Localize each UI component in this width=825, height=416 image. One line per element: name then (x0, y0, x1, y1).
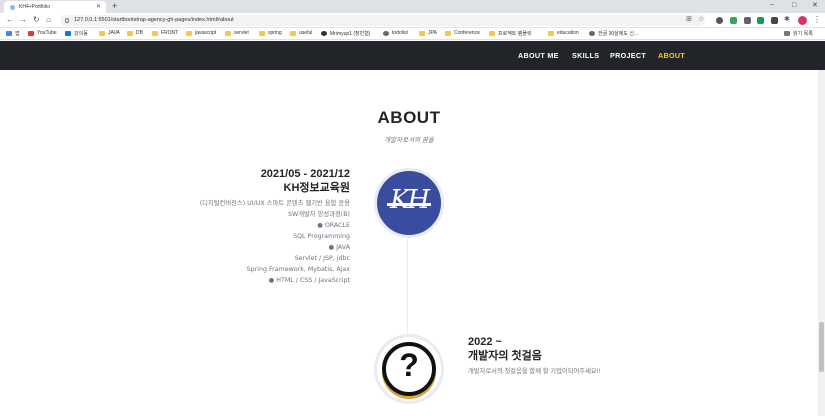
extension-icon[interactable] (757, 17, 764, 24)
minimize-icon[interactable]: − (770, 0, 774, 13)
bookmark-item[interactable]: 앱 (6, 30, 20, 37)
timeline-description: 개발자로서의 첫걸음을 함께 할 기업이되어주세요!! (468, 368, 601, 375)
back-icon[interactable]: ← (6, 15, 14, 25)
reload-icon[interactable]: ↻ (33, 15, 40, 25)
bookmark-item[interactable]: DB (127, 30, 143, 36)
reading-list[interactable]: 읽기 목록 (784, 30, 813, 37)
timeline-line-text: Servlet / JSP, jdbc (294, 255, 350, 262)
browser-tab[interactable]: KH4+Portfolio ✕ (4, 1, 106, 13)
close-tab-icon[interactable]: ✕ (96, 3, 101, 10)
url-text: 127.0.0.1:5501/startbootstrap-agency-gh-… (74, 17, 234, 23)
bookmark-item[interactable]: spring (259, 30, 282, 36)
bookmark-item[interactable]: servlet (225, 30, 249, 36)
new-tab-icon[interactable]: + (112, 1, 117, 12)
question-image: ? (374, 334, 444, 404)
site-navbar: ABOUT ME SKILLS PROJECT ABOUT (0, 41, 825, 70)
folder-icon (445, 30, 451, 36)
folder-icon (186, 30, 192, 36)
timeline-line-text: ● ORACLE (317, 222, 350, 229)
timeline-line-text: Spring Framework, Mybatis, Ajax (246, 266, 350, 273)
timeline-period: 2022 ~ (468, 336, 502, 348)
bookmark-item[interactable]: todolist (383, 30, 408, 36)
timeline-line-text: ● HTML / CSS / JavaScript (268, 277, 350, 284)
extension-icon[interactable] (716, 17, 723, 24)
bookmark-item[interactable]: JPA (419, 30, 437, 36)
browser-toolbar: ← → ↻ ⌂ 127.0.0.1:5501/startbootstrap-ag… (0, 13, 825, 28)
menu-icon[interactable]: ⋮ (813, 15, 821, 25)
info-icon[interactable] (65, 18, 69, 23)
timeline-line-text: SW개발자 양성과정(B) (287, 211, 350, 218)
bookmark-item[interactable]: FRONT (152, 30, 178, 36)
timeline-line (407, 232, 408, 336)
github-icon (321, 31, 327, 36)
bookmark-item[interactable]: Mrimyup1 (장민협) (321, 30, 370, 37)
bookmark-item[interactable]: JAVA (99, 30, 120, 36)
scrollbar-thumb[interactable] (819, 322, 824, 372)
home-icon[interactable]: ⌂ (46, 15, 51, 25)
bookmarks-bar: 앱 YouTube 강의동 JAVA DB FRONT javascript s… (0, 28, 825, 40)
timeline-body: (디지털컨버전스) UI/UX 스마트 콘텐츠 웹기반 융합 응용 SW개발자 … (200, 198, 350, 286)
page-scrollbar[interactable] (818, 70, 825, 416)
bookmark-item[interactable]: 프로젝트 템플릿 (489, 30, 532, 37)
extension-icon[interactable] (730, 17, 737, 24)
folder-icon (419, 30, 425, 36)
apps-grid-icon (6, 31, 12, 36)
star-icon[interactable]: ☆ (698, 15, 704, 25)
folder-icon (489, 31, 495, 36)
bookmark-item[interactable]: javascript (186, 30, 216, 36)
nav-skills[interactable]: SKILLS (572, 51, 599, 60)
folder-icon (548, 30, 554, 36)
timeline-heading: KH정보교육원 (283, 182, 351, 194)
address-bar[interactable]: 127.0.0.1:5501/startbootstrap-agency-gh-… (60, 15, 705, 26)
bookmark-item[interactable]: Conference (445, 30, 480, 36)
bookmark-item[interactable]: 강의동 (65, 30, 88, 37)
kh-logo-icon: KH (389, 185, 430, 215)
folder-icon (152, 30, 158, 36)
timeline-line-text: SQL Programming (293, 233, 350, 240)
section-subtitle: 개발자로서의 꿈을 (384, 137, 434, 144)
bookmark-item[interactable]: useful (290, 30, 312, 36)
folder-icon (290, 30, 296, 36)
globe-icon (383, 30, 389, 36)
globe-icon (589, 31, 595, 36)
timeline-period: 2021/05 - 2021/12 (260, 168, 350, 180)
timeline-heading: 개발자의 첫걸음 (468, 350, 542, 362)
extension-icon[interactable] (744, 17, 751, 24)
folder-icon (225, 30, 231, 36)
extension-icon[interactable] (771, 17, 778, 24)
timeline-item-future: 2022 ~ 개발자의 첫걸음 개발자로서의 첫걸음을 함께 할 기업이되어주세… (468, 335, 600, 377)
bookmark-item[interactable]: education (548, 30, 579, 36)
bookmark-icon (65, 31, 71, 36)
bookmark-item[interactable]: YouTube (28, 30, 57, 36)
translate-icon[interactable]: ⊞ (686, 15, 692, 25)
folder-icon (99, 30, 105, 36)
folder-icon (127, 30, 133, 36)
timeline-line-text: ● JAVA (328, 244, 350, 251)
browser-tab-bar: KH4+Portfolio ✕ + − □ ✕ (0, 0, 825, 13)
nav-project[interactable]: PROJECT (610, 51, 646, 60)
section-title: ABOUT (377, 108, 441, 127)
profile-avatar[interactable] (798, 16, 807, 25)
forward-icon[interactable]: → (19, 15, 27, 25)
puzzle-icon[interactable]: ✱ (784, 15, 790, 25)
nav-about-me[interactable]: ABOUT ME (518, 51, 559, 60)
reading-list-icon (784, 31, 790, 36)
close-window-icon[interactable]: ✕ (812, 0, 818, 13)
tab-title: KH4+Portfolio (19, 4, 50, 10)
question-mark-icon: ? (399, 347, 419, 383)
timeline-item-kh: 2021/05 - 2021/12 KH정보교육원 (디지털컨버전스) UI/U… (200, 167, 350, 286)
youtube-icon (28, 30, 34, 36)
folder-icon (259, 30, 265, 36)
favicon-icon (10, 4, 15, 10)
bookmark-item[interactable]: 한글 30살에도 신... (589, 30, 638, 37)
nav-about[interactable]: ABOUT (658, 51, 685, 60)
timeline-line-text: (디지털컨버전스) UI/UX 스마트 콘텐츠 웹기반 융합 응용 (199, 200, 350, 207)
kh-logo-image: KH (374, 168, 444, 238)
maximize-icon[interactable]: □ (792, 0, 796, 13)
